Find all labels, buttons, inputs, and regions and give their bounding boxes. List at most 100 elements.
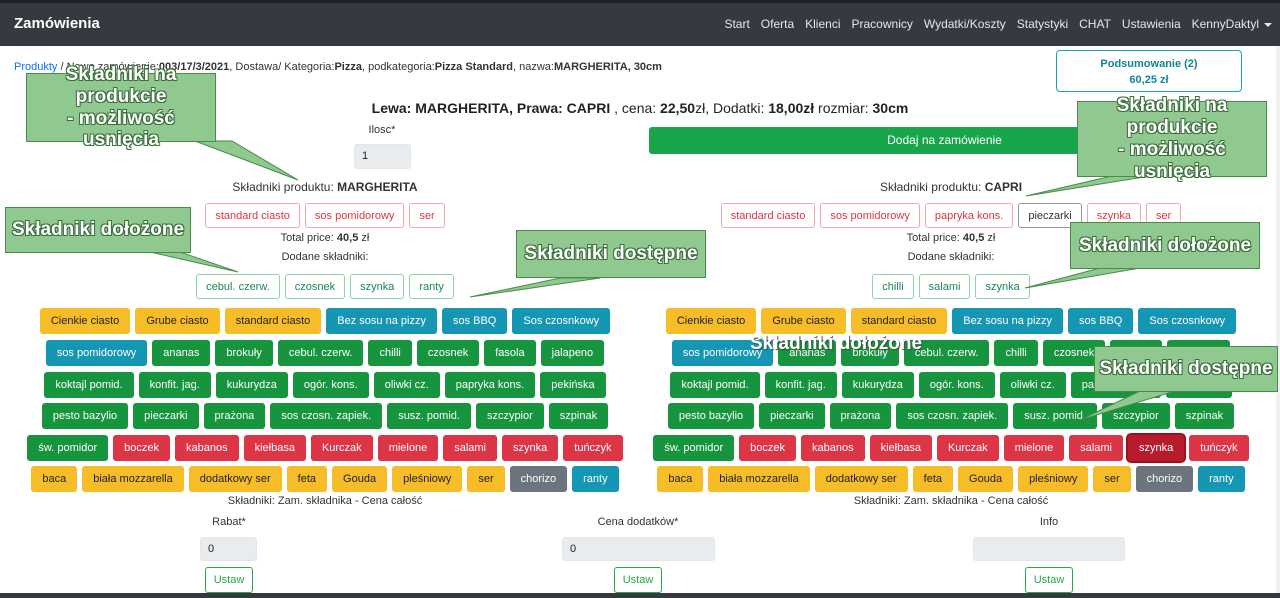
left-avail-pieczarki-button[interactable]: pieczarki [133, 403, 199, 429]
right-avail-kukurydza-button[interactable]: kukurydza [841, 372, 914, 398]
right-avail-sos-czosn-zapiek-button[interactable]: sos czosn. zapiek. [896, 403, 1009, 429]
right-avail-pieczarki-button[interactable]: pieczarki [759, 403, 825, 429]
left-avail-kabanos-button[interactable]: kabanos [174, 435, 239, 461]
left-added-chip-szynka[interactable]: szynka [350, 274, 405, 299]
summary-button[interactable]: Podsumowanie (2) 60,25 zł [1056, 50, 1242, 92]
left-avail-sos-czosn-zapiek-button[interactable]: sos czosn. zapiek. [270, 403, 383, 429]
right-avail-mielone-button[interactable]: mielone [1003, 435, 1065, 461]
left-avail-fasola-button[interactable]: fasola [484, 340, 536, 366]
right-avail-sos-bbq-button[interactable]: sos BBQ [1067, 308, 1134, 334]
right-avail-ogor-kons-button[interactable]: ogór. kons. [918, 372, 995, 398]
right-avail-kabanos-button[interactable]: kabanos [800, 435, 865, 461]
left-avail-pesto-bazylio-button[interactable]: pesto bazylio [41, 403, 129, 429]
left-avail-szynka-button[interactable]: szynka [502, 435, 559, 461]
left-avail-chilli-button[interactable]: chilli [368, 340, 412, 366]
cena-set-button[interactable]: Ustaw [614, 567, 662, 593]
right-avail-szynka-button[interactable]: szynka [1128, 435, 1185, 461]
right-avail-koktajl-pomid-button[interactable]: koktajl pomid. [670, 372, 760, 398]
right-base-chip-sos-pomidorowy[interactable]: sos pomidorowy [820, 203, 920, 228]
left-avail-boczek-button[interactable]: boczek [113, 435, 170, 461]
left-avail-susz-pomid-button[interactable]: susz. pomid. [387, 403, 471, 429]
left-avail-czosnek-button[interactable]: czosnek [416, 340, 480, 366]
right-avail-baca-button[interactable]: baca [657, 466, 704, 492]
left-added-chip-ranty[interactable]: ranty [409, 274, 454, 299]
qty-input[interactable]: 1 [354, 144, 411, 169]
left-avail-salami-button[interactable]: salami [443, 435, 498, 461]
left-avail-koktajl-pomid-button[interactable]: koktajl pomid. [44, 372, 134, 398]
right-avail-pesto-bazylio-button[interactable]: pesto bazylio [667, 403, 755, 429]
left-avail-standard-ciasto-button[interactable]: standard ciasto [224, 308, 322, 334]
right-avail-biala-mozzarella-button[interactable]: biała mozzarella [708, 466, 810, 492]
right-avail-chorizo-button[interactable]: chorizo [1135, 466, 1194, 492]
left-added-chip-czosnek[interactable]: czosnek [284, 274, 346, 299]
nav-oferta[interactable]: Oferta [761, 17, 794, 31]
left-avail-cebul-czerw-button[interactable]: cebul. czerw. [277, 340, 364, 366]
left-avail-szczypior-button[interactable]: szczypior [475, 403, 544, 429]
left-avail-feta-button[interactable]: feta [286, 466, 328, 492]
cena-dodatkow-input[interactable]: 0 [562, 537, 715, 561]
right-avail-grube-ciasto-button[interactable]: Grube ciasto [761, 308, 846, 334]
right-avail-ser-button[interactable]: ser [1093, 466, 1131, 492]
left-avail-mielone-button[interactable]: mielone [377, 435, 439, 461]
left-avail-grube-ciasto-button[interactable]: Grube ciasto [135, 308, 220, 334]
left-avail-ranty-button[interactable]: ranty [572, 466, 619, 492]
left-avail-cienkie-ciasto-button[interactable]: Cienkie ciasto [39, 308, 131, 334]
right-avail-prazona-button[interactable]: prażona [829, 403, 892, 429]
right-avail-plesniowy-button[interactable]: pleśniowy [1018, 466, 1089, 492]
right-avail-konfit-jag-button[interactable]: konfit. jag. [764, 372, 837, 398]
left-avail-oliwki-cz-button[interactable]: oliwki cz. [373, 372, 440, 398]
right-avail-oliwki-cz-button[interactable]: oliwki cz. [999, 372, 1066, 398]
info-input[interactable] [973, 537, 1125, 561]
rabat-set-button[interactable]: Ustaw [205, 567, 253, 593]
left-avail-bez-sosu-na-pizzy-button[interactable]: Bez sosu na pizzy [326, 308, 437, 334]
info-set-button[interactable]: Ustaw [1025, 567, 1073, 593]
nav-statystyki[interactable]: Statystyki [1017, 17, 1068, 31]
left-avail-pekinska-button[interactable]: pekińska [540, 372, 606, 398]
left-avail-chorizo-button[interactable]: chorizo [509, 466, 568, 492]
right-avail-feta-button[interactable]: feta [912, 466, 954, 492]
nav-wydatki[interactable]: Wydatki/Koszty [924, 17, 1006, 31]
right-avail-tunczyk-button[interactable]: tuńczyk [1189, 435, 1249, 461]
left-avail-sos-czosnkowy-button[interactable]: Sos czosnkowy [512, 308, 611, 334]
left-avail-ogor-kons-button[interactable]: ogór. kons. [292, 372, 369, 398]
right-avail-salami-button[interactable]: salami [1069, 435, 1124, 461]
left-avail-papryka-kons-button[interactable]: papryka kons. [444, 372, 536, 398]
right-avail-cienkie-ciasto-button[interactable]: Cienkie ciasto [665, 308, 757, 334]
left-avail-tunczyk-button[interactable]: tuńczyk [563, 435, 623, 461]
right-avail-szczypior-button[interactable]: szczypior [1101, 403, 1170, 429]
right-avail-dodatkowy-ser-button[interactable]: dodatkowy ser [814, 466, 908, 492]
nav-chat[interactable]: CHAT [1079, 17, 1111, 31]
right-avail-ranty-button[interactable]: ranty [1198, 466, 1245, 492]
nav-start[interactable]: Start [724, 17, 749, 31]
right-added-chip-chilli[interactable]: chilli [872, 274, 914, 299]
right-added-chip-szynka[interactable]: szynka [975, 274, 1030, 299]
left-avail-sos-bbq-button[interactable]: sos BBQ [441, 308, 508, 334]
right-avail-szpinak-button[interactable]: szpinak [1174, 403, 1235, 429]
left-avail-ser-button[interactable]: ser [467, 466, 505, 492]
left-base-chip-ser[interactable]: ser [409, 203, 445, 228]
left-avail-dodatkowy-ser-button[interactable]: dodatkowy ser [188, 466, 282, 492]
right-base-chip-standard-ciasto[interactable]: standard ciasto [720, 203, 816, 228]
scrollbar[interactable] [1276, 46, 1280, 593]
left-avail-sos-pomidorowy-button[interactable]: sos pomidorowy [45, 340, 148, 366]
left-avail-ananas-button[interactable]: ananas [152, 340, 211, 366]
left-avail-baca-button[interactable]: baca [31, 466, 78, 492]
right-base-chip-papryka-kons[interactable]: papryka kons. [924, 203, 1014, 228]
left-avail-kielbasa-button[interactable]: kiełbasa [243, 435, 306, 461]
right-avail-standard-ciasto-button[interactable]: standard ciasto [850, 308, 948, 334]
right-avail-gouda-button[interactable]: Gouda [958, 466, 1014, 492]
nav-user-menu[interactable]: KennyDaktyl [1192, 17, 1272, 31]
left-avail-jalapeno-button[interactable]: jalapeno [540, 340, 605, 366]
left-avail-biala-mozzarella-button[interactable]: biała mozzarella [82, 466, 184, 492]
left-avail-kukurydza-button[interactable]: kukurydza [215, 372, 288, 398]
right-avail-boczek-button[interactable]: boczek [739, 435, 796, 461]
right-avail-sw-pomidor-button[interactable]: św. pomidor [653, 435, 735, 461]
left-added-chip-cebul-czerw[interactable]: cebul. czerw. [196, 274, 280, 299]
left-avail-sw-pomidor-button[interactable]: św. pomidor [27, 435, 109, 461]
left-base-chip-standard-ciasto[interactable]: standard ciasto [205, 203, 300, 228]
right-avail-susz-pomid-button[interactable]: susz. pomid. [1013, 403, 1097, 429]
left-avail-gouda-button[interactable]: Gouda [332, 466, 388, 492]
brand-title[interactable]: Zamówienia [14, 15, 100, 32]
left-avail-plesniowy-button[interactable]: pleśniowy [392, 466, 463, 492]
rabat-input[interactable]: 0 [200, 537, 257, 561]
